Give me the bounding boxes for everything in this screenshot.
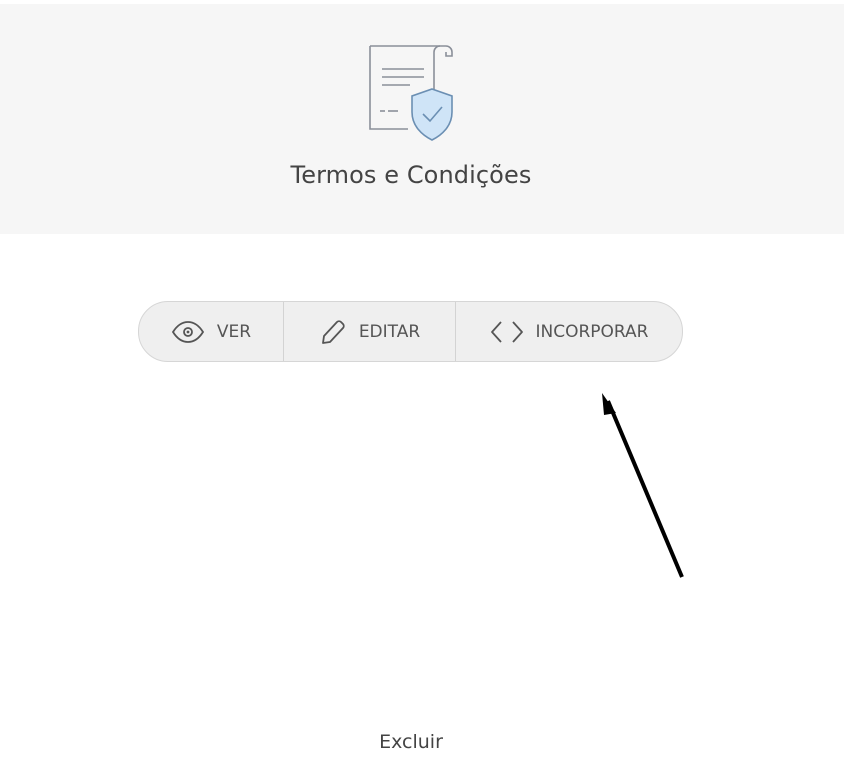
document-shield-icon [369,45,453,141]
page: Termos e Condições VER EDITAR INCORPORAR… [0,0,844,778]
code-brackets-icon [490,320,524,344]
embed-button[interactable]: INCORPORAR [455,302,682,361]
view-button-label: VER [216,321,252,342]
pencil-icon [319,319,347,345]
edit-button-label: EDITAR [358,321,421,342]
embed-button-label: INCORPORAR [535,321,649,342]
eye-icon [171,320,205,343]
header-panel: Termos e Condições [0,4,844,234]
page-title: Termos e Condições [290,161,532,189]
annotation-arrow [602,393,684,578]
delete-link[interactable]: Excluir [0,731,822,753]
view-button[interactable]: VER [139,302,283,361]
action-button-group: VER EDITAR INCORPORAR [138,301,683,362]
edit-button[interactable]: EDITAR [283,302,455,361]
